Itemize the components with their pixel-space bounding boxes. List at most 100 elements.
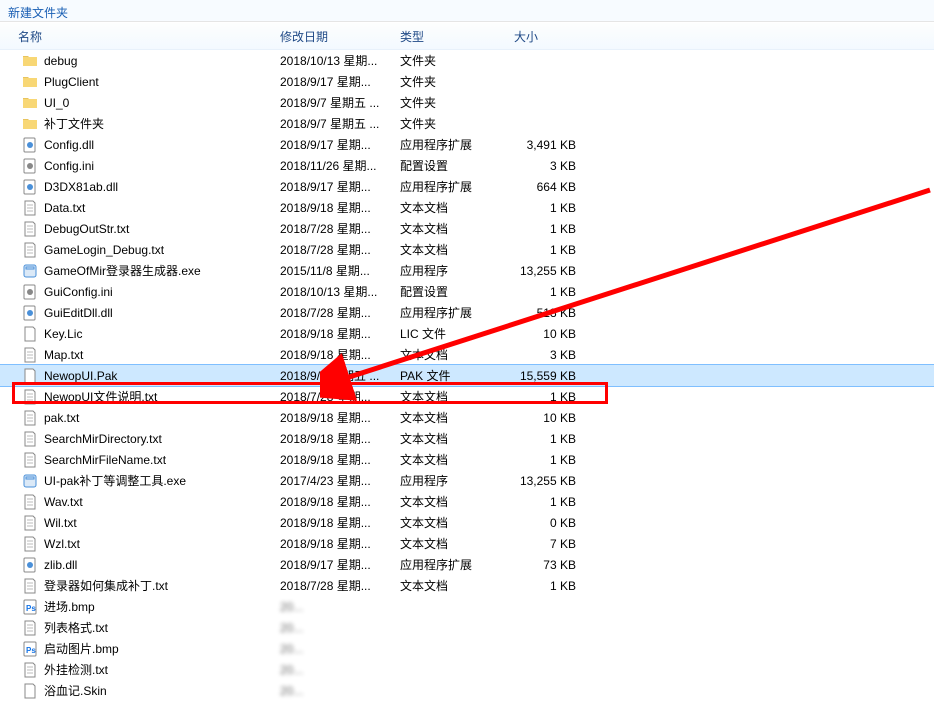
txt-icon xyxy=(22,242,38,258)
file-row[interactable]: UI-pak补丁等调整工具.exe2017/4/23 星期...应用程序13,2… xyxy=(0,470,934,491)
file-row[interactable]: Config.ini2018/11/26 星期...配置设置3 KB xyxy=(0,155,934,176)
file-name-cell: pak.txt xyxy=(0,410,280,426)
file-date-cell: 2018/9/18 星期... xyxy=(280,199,400,216)
file-row[interactable]: debug 2018/10/13 星期...文件夹 xyxy=(0,50,934,71)
file-type-cell: 文件夹 xyxy=(400,94,514,111)
file-name-cell: Config.dll xyxy=(0,137,280,153)
file-row[interactable]: SearchMirDirectory.txt2018/9/18 星期...文本文… xyxy=(0,428,934,449)
file-row[interactable]: PlugClient2018/9/17 星期...文件夹 xyxy=(0,71,934,92)
file-row[interactable]: Ps启动图片.bmp20... xyxy=(0,638,934,659)
file-type-cell: 文本文档 xyxy=(400,577,514,594)
file-row[interactable]: Ps进场.bmp20... xyxy=(0,596,934,617)
file-row[interactable]: Map.txt2018/9/18 星期...文本文档3 KB xyxy=(0,344,934,365)
file-row[interactable]: pak.txt2018/9/18 星期...文本文档10 KB xyxy=(0,407,934,428)
file-date-cell: 2018/10/13 星期... xyxy=(280,52,400,69)
column-header-type[interactable]: 类型 xyxy=(400,28,514,45)
column-header-size[interactable]: 大小 xyxy=(514,28,612,45)
file-row[interactable]: 列表格式.txt20... xyxy=(0,617,934,638)
file-date-cell: 20... xyxy=(280,684,400,698)
file-date-cell: 20... xyxy=(280,621,400,635)
breadcrumb[interactable]: 新建文件夹 xyxy=(0,0,934,22)
file-date-cell: 2018/9/17 星期... xyxy=(280,73,400,90)
file-date-cell: 2018/9/18 星期... xyxy=(280,451,400,468)
file-type-cell: 配置设置 xyxy=(400,283,514,300)
file-date-cell: 2017/4/23 星期... xyxy=(280,472,400,489)
file-date-cell: 2018/9/17 星期... xyxy=(280,178,400,195)
file-type-cell: 文本文档 xyxy=(400,493,514,510)
file-size-cell: 10 KB xyxy=(514,411,612,425)
file-size-cell: 1 KB xyxy=(514,243,612,257)
file-name-cell: GameOfMir登录器生成器.exe xyxy=(0,262,280,279)
txt-icon xyxy=(22,221,38,237)
file-size-cell: 1 KB xyxy=(514,222,612,236)
file-row[interactable]: Key.Lic2018/9/18 星期...LIC 文件10 KB xyxy=(0,323,934,344)
bmp-icon: Ps xyxy=(22,641,38,657)
file-name-cell: NewopUI文件说明.txt xyxy=(0,388,280,405)
column-header-date[interactable]: 修改日期 xyxy=(280,28,400,45)
txt-icon xyxy=(22,662,38,678)
txt-icon xyxy=(22,515,38,531)
file-row[interactable]: DebugOutStr.txt2018/7/28 星期...文本文档1 KB xyxy=(0,218,934,239)
txt-icon xyxy=(22,494,38,510)
file-name-label: 补丁文件夹 xyxy=(44,115,104,132)
file-row[interactable]: Config.dll2018/9/17 星期...应用程序扩展3,491 KB xyxy=(0,134,934,155)
txt-icon xyxy=(22,200,38,216)
file-type-cell: 文件夹 xyxy=(400,115,514,132)
file-date-cell: 2015/11/8 星期... xyxy=(280,262,400,279)
file-type-cell: 文本文档 xyxy=(400,220,514,237)
file-size-cell: 3 KB xyxy=(514,348,612,362)
file-size-cell: 1 KB xyxy=(514,432,612,446)
file-name-cell: SearchMirDirectory.txt xyxy=(0,431,280,447)
file-size-cell: 13,255 KB xyxy=(514,474,612,488)
file-row[interactable]: UI_02018/9/7 星期五 ...文件夹 xyxy=(0,92,934,113)
file-type-cell: 文本文档 xyxy=(400,241,514,258)
file-row[interactable]: zlib.dll2018/9/17 星期...应用程序扩展73 KB xyxy=(0,554,934,575)
file-name-label: GameLogin_Debug.txt xyxy=(44,243,164,257)
file-type-cell: 应用程序扩展 xyxy=(400,556,514,573)
folder-icon xyxy=(22,95,38,111)
file-size-cell: 73 KB xyxy=(514,558,612,572)
file-row[interactable]: Wil.txt2018/9/18 星期...文本文档0 KB xyxy=(0,512,934,533)
file-row[interactable]: Wzl.txt2018/9/18 星期...文本文档7 KB xyxy=(0,533,934,554)
file-size-cell: 1 KB xyxy=(514,495,612,509)
file-date-cell: 2018/11/26 星期... xyxy=(280,157,400,174)
file-row[interactable]: SearchMirFileName.txt2018/9/18 星期...文本文档… xyxy=(0,449,934,470)
file-name-cell: UI-pak补丁等调整工具.exe xyxy=(0,472,280,489)
folder-icon xyxy=(22,53,38,69)
file-row[interactable]: GameLogin_Debug.txt2018/7/28 星期...文本文档1 … xyxy=(0,239,934,260)
file-date-cell: 2018/9/18 星期... xyxy=(280,514,400,531)
file-row[interactable]: NewopUI文件说明.txt2018/7/28 星期...文本文档1 KB xyxy=(0,386,934,407)
file-row[interactable]: Data.txt2018/9/18 星期...文本文档1 KB xyxy=(0,197,934,218)
file-row[interactable]: Wav.txt2018/9/18 星期...文本文档1 KB xyxy=(0,491,934,512)
file-date-cell: 2018/9/18 星期... xyxy=(280,346,400,363)
file-name-label: Config.dll xyxy=(44,138,94,152)
file-row[interactable]: NewopUI.Pak2018/9/7 星期五 ...PAK 文件15,559 … xyxy=(0,365,934,386)
dll-icon xyxy=(22,557,38,573)
file-name-cell: D3DX81ab.dll xyxy=(0,179,280,195)
file-row[interactable]: GameOfMir登录器生成器.exe2015/11/8 星期...应用程序13… xyxy=(0,260,934,281)
file-row[interactable]: 浴血记.Skin20... xyxy=(0,680,934,701)
file-type-cell: 文件夹 xyxy=(400,52,514,69)
file-size-cell: 1 KB xyxy=(514,201,612,215)
file-name-label: zlib.dll xyxy=(44,558,77,572)
file-name-label: Wav.txt xyxy=(44,495,83,509)
txt-icon xyxy=(22,452,38,468)
column-header-name[interactable]: 名称 xyxy=(0,28,280,45)
file-date-cell: 20... xyxy=(280,642,400,656)
file-date-cell: 20... xyxy=(280,663,400,677)
file-name-label: GameOfMir登录器生成器.exe xyxy=(44,262,201,279)
folder-icon xyxy=(22,74,38,90)
file-row[interactable]: 补丁文件夹2018/9/7 星期五 ...文件夹 xyxy=(0,113,934,134)
file-name-cell: PlugClient xyxy=(0,74,280,90)
file-row[interactable]: 外挂检测.txt20... xyxy=(0,659,934,680)
file-size-cell: 1 KB xyxy=(514,453,612,467)
file-row[interactable]: 登录器如何集成补丁.txt2018/7/28 星期...文本文档1 KB xyxy=(0,575,934,596)
file-size-cell: 15,559 KB xyxy=(514,369,612,383)
file-name-label: debug xyxy=(44,54,77,68)
file-row[interactable]: GuiConfig.ini2018/10/13 星期...配置设置1 KB xyxy=(0,281,934,302)
ini-icon xyxy=(22,284,38,300)
file-row[interactable]: GuiEditDll.dll2018/7/28 星期...应用程序扩展513 K… xyxy=(0,302,934,323)
file-name-label: D3DX81ab.dll xyxy=(44,180,118,194)
txt-icon xyxy=(22,410,38,426)
file-row[interactable]: D3DX81ab.dll2018/9/17 星期...应用程序扩展664 KB xyxy=(0,176,934,197)
